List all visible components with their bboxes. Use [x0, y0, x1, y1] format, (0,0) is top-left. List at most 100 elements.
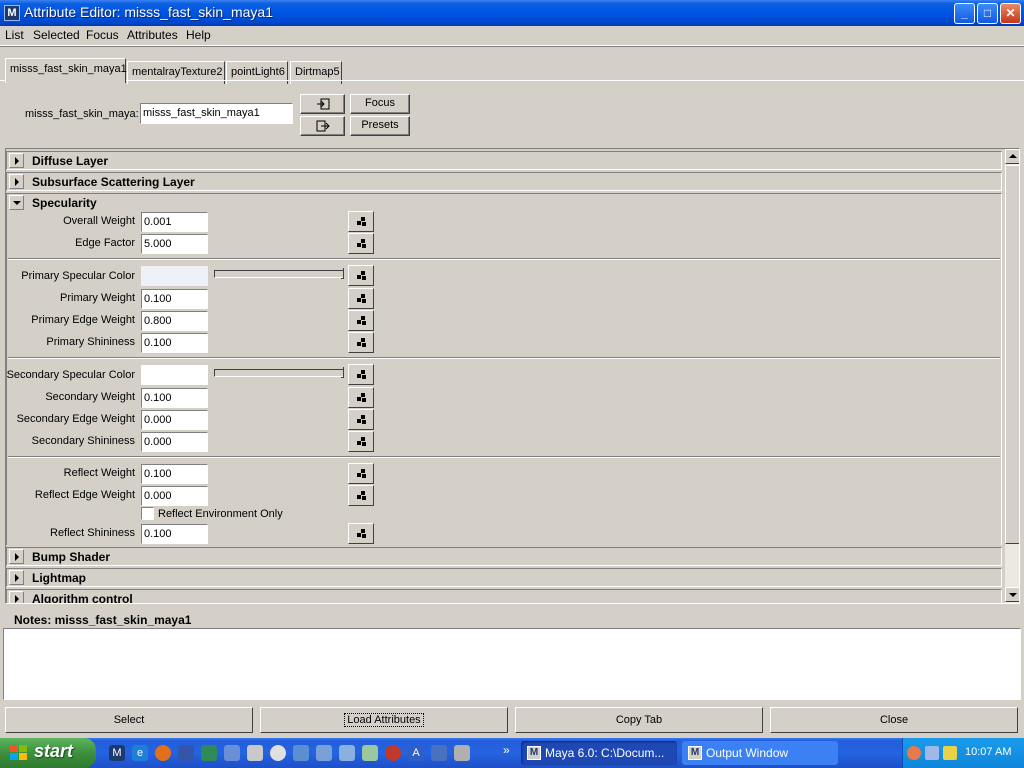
map-button[interactable]: [348, 211, 374, 232]
reflect-shininess-field[interactable]: 0.100: [141, 524, 208, 544]
output-connections-button[interactable]: [300, 116, 345, 136]
app-quicklaunch-icon[interactable]: [201, 745, 217, 761]
map-button[interactable]: [348, 288, 374, 309]
reflect-weight-field[interactable]: 0.100: [141, 464, 208, 484]
scroll-up-button[interactable]: [1005, 149, 1019, 164]
map-button[interactable]: [348, 364, 374, 385]
attribute-scroll-area[interactable]: Diffuse Layer Subsurface Scattering Laye…: [5, 148, 1020, 604]
minimize-button[interactable]: _: [954, 3, 975, 24]
slider-thumb[interactable]: [341, 268, 344, 279]
vertical-scrollbar[interactable]: [1005, 149, 1019, 603]
expand-arrow-icon[interactable]: [9, 174, 24, 189]
app-quicklaunch-icon[interactable]: [316, 745, 332, 761]
map-button[interactable]: [348, 332, 374, 353]
collapse-arrow-icon[interactable]: [9, 195, 24, 210]
frame-algorithm-control[interactable]: Algorithm control: [6, 589, 1002, 604]
app-tray-icon[interactable]: [943, 746, 957, 760]
tray-collapse-icon[interactable]: [907, 746, 921, 760]
input-connections-button[interactable]: [300, 94, 345, 114]
app-quicklaunch-icon[interactable]: [178, 745, 194, 761]
maya-app-icon: M: [4, 5, 20, 21]
map-button[interactable]: [348, 409, 374, 430]
menu-list[interactable]: List: [5, 28, 24, 42]
taskbar-task-output-window[interactable]: M Output Window: [682, 741, 838, 765]
slider-thumb[interactable]: [341, 367, 344, 378]
secondary-specular-color-slider[interactable]: [214, 367, 344, 378]
focus-button[interactable]: Focus: [350, 94, 410, 114]
secondary-specular-color-swatch[interactable]: [141, 365, 208, 385]
cd-quicklaunch-icon[interactable]: [270, 745, 286, 761]
expand-arrow-icon[interactable]: [9, 153, 24, 168]
node-name-label: misss_fast_skin_maya:: [25, 108, 139, 120]
checker-map-icon: [357, 338, 366, 347]
select-button[interactable]: Select: [5, 707, 253, 733]
frame-title: Algorithm control: [32, 592, 133, 604]
checker-map-icon: [357, 437, 366, 446]
checker-map-icon: [357, 239, 366, 248]
secondary-weight-field[interactable]: 0.100: [141, 388, 208, 408]
maya-quicklaunch-icon[interactable]: M: [109, 745, 125, 761]
maximize-button[interactable]: □: [977, 3, 998, 24]
primary-weight-field[interactable]: 0.100: [141, 289, 208, 309]
quicklaunch-more-icon[interactable]: »: [503, 743, 510, 757]
map-button[interactable]: [348, 387, 374, 408]
frame-subsurface-scattering-layer[interactable]: Subsurface Scattering Layer: [6, 172, 1002, 191]
primary-shininess-field[interactable]: 0.100: [141, 333, 208, 353]
reflect-edge-weight-label: Reflect Edge Weight: [34, 489, 135, 501]
map-button[interactable]: [348, 265, 374, 286]
close-button[interactable]: Close: [770, 707, 1018, 733]
tab-misss-fast-skin-maya1[interactable]: misss_fast_skin_maya1: [5, 58, 127, 83]
app-quicklaunch-icon[interactable]: [293, 745, 309, 761]
app-quicklaunch-icon[interactable]: [247, 745, 263, 761]
map-button[interactable]: [348, 310, 374, 331]
expand-arrow-icon[interactable]: [9, 549, 24, 564]
edge-factor-field[interactable]: 5.000: [141, 234, 208, 254]
map-button[interactable]: [348, 485, 374, 506]
ie-quicklaunch-icon[interactable]: e: [132, 745, 148, 761]
node-name-input[interactable]: misss_fast_skin_maya1: [140, 103, 293, 124]
frame-diffuse-layer[interactable]: Diffuse Layer: [6, 151, 1002, 170]
app-quicklaunch-icon[interactable]: [339, 745, 355, 761]
presets-button[interactable]: Presets: [350, 116, 410, 136]
secondary-edge-weight-field[interactable]: 0.000: [141, 410, 208, 430]
menu-focus[interactable]: Focus: [86, 28, 119, 42]
clock: 10:07 AM: [965, 746, 1012, 758]
arrow-down-icon: [1009, 593, 1017, 597]
map-button[interactable]: [348, 523, 374, 544]
expand-arrow-icon[interactable]: [9, 591, 24, 603]
app-quicklaunch-icon[interactable]: [224, 745, 240, 761]
copy-tab-button[interactable]: Copy Tab: [515, 707, 763, 733]
reflect-environment-only-checkbox[interactable]: [141, 507, 154, 520]
primary-specular-color-slider[interactable]: [214, 268, 344, 279]
overall-weight-field[interactable]: 0.001: [141, 212, 208, 232]
scroll-down-button[interactable]: [1005, 587, 1019, 602]
taskbar-task-maya[interactable]: M Maya 6.0: C:\Docum...: [521, 741, 677, 765]
frame-bump-shader[interactable]: Bump Shader: [6, 547, 1002, 566]
firefox-quicklaunch-icon[interactable]: [155, 745, 171, 761]
app-quicklaunch-icon[interactable]: [431, 745, 447, 761]
app-quicklaunch-icon[interactable]: A: [408, 745, 424, 761]
primary-edge-weight-field[interactable]: 0.800: [141, 311, 208, 331]
start-button[interactable]: start: [0, 738, 96, 768]
network-tray-icon[interactable]: [925, 746, 939, 760]
menu-attributes[interactable]: Attributes: [127, 28, 178, 42]
expand-arrow-icon[interactable]: [9, 570, 24, 585]
app-quicklaunch-icon[interactable]: [454, 745, 470, 761]
map-button[interactable]: [348, 463, 374, 484]
map-button[interactable]: [348, 233, 374, 254]
map-button[interactable]: [348, 431, 374, 452]
close-window-button[interactable]: ✕: [1000, 3, 1021, 24]
menu-help[interactable]: Help: [186, 28, 211, 42]
app-quicklaunch-icon[interactable]: [362, 745, 378, 761]
app-quicklaunch-icon[interactable]: [385, 745, 401, 761]
copy-tab-button-label: Copy Tab: [615, 714, 663, 726]
primary-specular-color-swatch[interactable]: [141, 266, 208, 286]
load-attributes-button[interactable]: Load Attributes: [260, 707, 508, 733]
scrollbar-thumb[interactable]: [1005, 165, 1019, 544]
menu-selected[interactable]: Selected: [33, 28, 80, 42]
title-bar[interactable]: M Attribute Editor: misss_fast_skin_maya…: [0, 0, 1024, 26]
frame-lightmap[interactable]: Lightmap: [6, 568, 1002, 587]
notes-textarea[interactable]: [3, 628, 1021, 700]
secondary-shininess-field[interactable]: 0.000: [141, 432, 208, 452]
reflect-edge-weight-field[interactable]: 0.000: [141, 486, 208, 506]
